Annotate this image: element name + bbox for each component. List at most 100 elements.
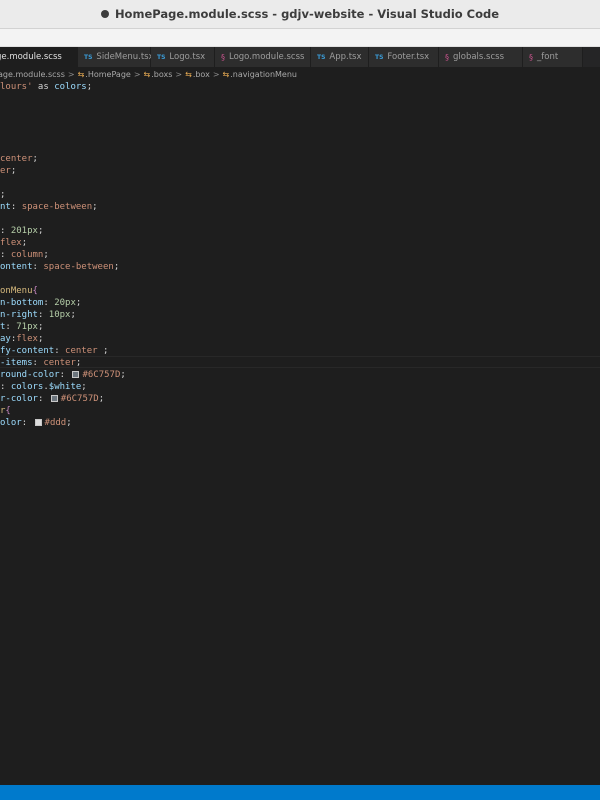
- selector-symbol-icon: ⇆: [185, 69, 192, 79]
- editor-tab[interactable]: ge.module.scss: [0, 47, 78, 67]
- code-token: center: [43, 358, 76, 368]
- code-line: olor: #ddd;: [0, 417, 72, 429]
- code-token: :: [5, 322, 17, 332]
- breadcrumb-separator-icon: >: [133, 69, 141, 79]
- code-token: ;: [97, 346, 109, 356]
- code-token: n-bottom: [0, 298, 44, 308]
- code-token: olor: [0, 418, 22, 428]
- code-token: nt: [0, 202, 11, 212]
- code-token: #6C757D: [60, 394, 99, 404]
- code-token: :: [37, 310, 49, 320]
- code-token: flex: [16, 334, 38, 344]
- code-line: onMenu{: [0, 285, 38, 297]
- code-token: er: [0, 166, 11, 176]
- editor-tab[interactable]: § globals.scss: [439, 47, 523, 67]
- code-token: 10px: [48, 310, 71, 320]
- typescript-file-icon: TS: [84, 53, 93, 61]
- code-line: lours' as colors;: [0, 81, 92, 93]
- code-line: r-color: #6C757D;: [0, 393, 104, 405]
- code-token: ;: [113, 262, 120, 272]
- code-token: #6C757D: [82, 370, 121, 380]
- typescript-file-icon: TS: [375, 53, 384, 61]
- code-token: space-between: [43, 262, 114, 272]
- code-token: ;: [81, 382, 87, 392]
- code-line: round-color: #6C757D;: [0, 369, 126, 381]
- selector-symbol-icon: ⇆: [77, 69, 85, 79]
- breadcrumb-item[interactable]: .HomePage: [85, 70, 131, 79]
- code-token: round-color: [0, 370, 60, 380]
- code-line: : column;: [0, 249, 49, 261]
- editor-tab[interactable]: TS SideMenu.tsx: [78, 47, 154, 67]
- code-line: er;: [0, 165, 16, 177]
- editor-tab[interactable]: TS Logo.tsx: [151, 47, 215, 67]
- code-token: ;: [21, 238, 28, 248]
- breadcrumb-separator-icon: >: [67, 69, 75, 79]
- scss-file-icon: §: [445, 52, 449, 62]
- breadcrumb-item[interactable]: .boxs: [151, 70, 172, 79]
- code-token: :: [32, 262, 44, 272]
- code-token: $white: [48, 382, 82, 392]
- code-token: :: [43, 298, 55, 308]
- code-token: 20px: [54, 298, 76, 308]
- scss-file-icon: §: [221, 52, 225, 62]
- editor-tab[interactable]: § Logo.module.scss: [215, 47, 311, 67]
- code-line: : 201px;: [0, 225, 43, 237]
- code-token: ;: [32, 154, 38, 164]
- code-token: fy-content: [0, 346, 55, 356]
- color-swatch-icon[interactable]: [50, 395, 58, 402]
- menu-strip: [0, 29, 600, 47]
- code-line: t: 71px;: [0, 321, 43, 333]
- breadcrumb: age.module.scss > ⇆ .HomePage > ⇆ .boxs > ⇆ .box >…: [0, 67, 600, 81]
- editor-tab-label: Logo.tsx: [169, 52, 206, 62]
- breadcrumb-item[interactable]: age.module.scss: [0, 70, 65, 79]
- editor-tab-label: ge.module.scss: [0, 52, 62, 62]
- code-token: :: [37, 394, 49, 404]
- code-line: ay:flex;: [0, 333, 43, 345]
- code-token: ;: [120, 370, 126, 380]
- editor-tab-label: Logo.module.scss: [229, 52, 305, 62]
- code-token: 71px: [16, 322, 38, 332]
- code-token: colors: [54, 82, 87, 92]
- code-token: ;: [75, 298, 82, 308]
- code-line: ontent: space-between;: [0, 261, 119, 273]
- color-swatch-icon[interactable]: [72, 371, 80, 378]
- breadcrumb-item[interactable]: .box: [193, 70, 210, 79]
- code-line: n-bottom: 20px;: [0, 297, 81, 309]
- editor-tab[interactable]: TS App.tsx: [311, 47, 369, 67]
- window-titlebar: HomePage.module.scss - gdjv-website - Vi…: [0, 0, 600, 29]
- breadcrumb-item[interactable]: .navigationMenu: [230, 70, 297, 79]
- current-line-highlight: [0, 356, 600, 368]
- code-token: ;: [86, 82, 93, 92]
- code-editor[interactable]: lours' as colors; center; er;; nt: space-be…: [0, 81, 600, 785]
- editor-tab-label: SideMenu.tsx: [96, 52, 154, 62]
- code-token: center: [65, 346, 98, 356]
- code-token: :: [21, 418, 33, 428]
- code-token: 201px: [10, 226, 38, 236]
- code-token: onMenu: [0, 286, 33, 296]
- code-token: #ddd: [44, 418, 67, 428]
- code-token: ;: [37, 226, 44, 236]
- code-token: ay: [0, 334, 11, 344]
- editor-tab-label: globals.scss: [453, 52, 505, 62]
- breadcrumb-separator-icon: >: [175, 69, 183, 79]
- editor-tab[interactable]: TS Footer.tsx: [369, 47, 439, 67]
- code-token: :: [0, 250, 11, 260]
- selector-symbol-icon: ⇆: [222, 69, 230, 79]
- code-token: -items: [0, 358, 33, 368]
- code-token: ontent: [0, 262, 33, 272]
- code-token: column: [10, 250, 44, 260]
- typescript-file-icon: TS: [317, 53, 326, 61]
- code-token: ;: [37, 334, 44, 344]
- editor-tab[interactable]: § _font: [523, 47, 583, 67]
- code-token: ;: [98, 394, 105, 404]
- code-token: colors: [10, 382, 44, 392]
- status-bar: [0, 785, 600, 800]
- color-swatch-icon[interactable]: [34, 419, 42, 426]
- unsaved-dot-icon: [100, 10, 109, 18]
- code-line: fy-content: center ;: [0, 345, 108, 357]
- code-line: : colors.$white;: [0, 381, 87, 393]
- code-line: nt: space-between;: [0, 201, 98, 213]
- code-token: ;: [37, 322, 44, 332]
- code-token: ;: [0, 190, 6, 200]
- code-token: :: [32, 358, 44, 368]
